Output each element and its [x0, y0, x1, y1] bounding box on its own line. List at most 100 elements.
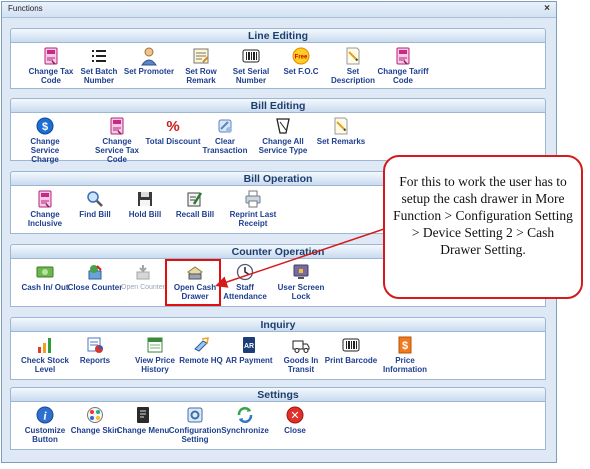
change-service-charge-button[interactable]: $ Change Service Charge — [17, 116, 73, 164]
reprint-last-receipt-label: Reprint Last Receipt — [229, 210, 277, 228]
price-tag-icon: $ — [377, 335, 433, 355]
customize-button-label: Customize Button — [24, 426, 66, 444]
menu-icon — [115, 405, 171, 425]
annotation-callout: For this to work the user has to setup t… — [383, 155, 583, 299]
pencil-note-icon — [313, 116, 369, 136]
check-stock-level-button[interactable]: Check Stock Level — [17, 335, 73, 374]
set-f-o-c-button[interactable]: Free Set F.O.C — [273, 46, 329, 76]
find-bill-button[interactable]: Find Bill — [67, 189, 123, 219]
clear-transaction-label: Clear Transaction — [202, 137, 248, 155]
user-screen-lock-label: User Screen Lock — [277, 283, 325, 301]
change-tariff-code-button[interactable]: Change Tariff Code — [375, 46, 431, 85]
goods-in-transit-label: Goods In Transit — [283, 356, 319, 374]
clear-transaction-button[interactable]: Clear Transaction — [197, 116, 253, 155]
svg-text:$: $ — [402, 340, 408, 352]
change-all-service-type-label: Change All Service Type — [258, 137, 308, 155]
recall-bill-label: Recall Bill — [175, 210, 215, 219]
synchronize-button[interactable]: Synchronize — [217, 405, 273, 435]
customize-button-button[interactable]: i Customize Button — [17, 405, 73, 444]
printer-icon — [225, 189, 281, 209]
total-discount-button[interactable]: % Total Discount — [145, 116, 201, 146]
open-counter-label: Open Counter — [121, 284, 165, 291]
svg-text:$: $ — [42, 121, 48, 133]
ar-book-icon: AR — [221, 335, 277, 355]
reports-label: Reports — [79, 356, 111, 365]
cash-in-out-label: Cash In/ Out — [21, 283, 69, 292]
section-settings: Settings i Customize Button Change Skin Chan… — [10, 387, 546, 450]
configuration-setting-button[interactable]: Configuration Setting — [167, 405, 223, 444]
tax-document-icon — [17, 189, 73, 209]
section-header-bill-editing: Bill Editing — [10, 98, 546, 113]
check-stock-level-label: Check Stock Level — [20, 356, 70, 374]
pencil-note-icon — [325, 46, 381, 66]
config-icon — [167, 405, 223, 425]
ar-payment-label: AR Payment — [225, 356, 273, 365]
person-icon — [121, 46, 177, 66]
magnifier-icon — [67, 189, 123, 209]
list-icon — [71, 46, 127, 66]
set-promoter-button[interactable]: Set Promoter — [121, 46, 177, 76]
hold-bill-label: Hold Bill — [128, 210, 162, 219]
set-row-remark-button[interactable]: Set Row Remark — [173, 46, 229, 85]
section-header-inquiry: Inquiry — [10, 317, 546, 332]
reprint-last-receipt-button[interactable]: Reprint Last Receipt — [225, 189, 281, 228]
close-icon: ✕ — [267, 405, 323, 425]
barcode-icon — [223, 46, 279, 66]
set-remarks-button[interactable]: Set Remarks — [313, 116, 369, 146]
set-remarks-label: Set Remarks — [316, 137, 366, 146]
print-barcode-button[interactable]: Print Barcode — [323, 335, 379, 365]
close-label: Close — [284, 426, 306, 435]
change-inclusive-button[interactable]: Change Inclusive — [17, 189, 73, 228]
recall-icon — [167, 189, 223, 209]
change-service-tax-code-button[interactable]: Change Service Tax Code — [89, 116, 145, 164]
eraser-icon — [197, 116, 253, 136]
total-discount-label: Total Discount — [145, 137, 201, 146]
set-description-label: Set Description — [330, 67, 375, 85]
tax-document-icon — [89, 116, 145, 136]
hold-bill-button[interactable]: Hold Bill — [117, 189, 173, 219]
dollar-icon: $ — [17, 116, 73, 136]
floppy-disk-icon — [117, 189, 173, 209]
set-promoter-label: Set Promoter — [123, 67, 175, 76]
section-header-line-editing: Line Editing — [10, 28, 546, 43]
set-row-remark-label: Set Row Remark — [185, 67, 217, 85]
set-serial-number-button[interactable]: Set Serial Number — [223, 46, 279, 85]
section-body-settings: i Customize Button Change Skin Change Menu C… — [10, 402, 546, 450]
section-body-line-editing: Change Tax Code Set Batch Number Set Promo… — [10, 43, 546, 89]
recall-bill-button[interactable]: Recall Bill — [167, 189, 223, 219]
change-service-charge-label: Change Service Charge — [30, 137, 60, 164]
change-inclusive-label: Change Inclusive — [27, 210, 63, 228]
svg-text:%: % — [166, 118, 179, 135]
window-close-button[interactable]: × — [544, 3, 550, 15]
change-tariff-code-label: Change Tariff Code — [377, 67, 429, 85]
staff-attendance-button[interactable]: Staff Attendance — [217, 262, 273, 301]
user-screen-lock-button[interactable]: User Screen Lock — [273, 262, 329, 301]
set-serial-number-label: Set Serial Number — [232, 67, 270, 85]
find-bill-label: Find Bill — [79, 210, 111, 219]
free-badge-icon: Free — [273, 46, 329, 66]
reports-icon — [67, 335, 123, 355]
change-all-service-type-button[interactable]: Change All Service Type — [255, 116, 311, 155]
section-inquiry: Inquiry Check Stock Level Reports View Pric… — [10, 317, 546, 380]
open-counter-button: Open Counter — [115, 262, 171, 292]
highlight-box — [165, 259, 221, 306]
change-menu-button[interactable]: Change Menu — [115, 405, 171, 435]
set-batch-number-label: Set Batch Number — [80, 67, 118, 85]
open-counter-icon — [115, 262, 171, 282]
set-description-button[interactable]: Set Description — [325, 46, 381, 85]
set-batch-number-button[interactable]: Set Batch Number — [71, 46, 127, 85]
lock-screen-icon — [273, 262, 329, 282]
staff-attendance-label: Staff Attendance — [223, 283, 267, 301]
price-information-button[interactable]: $ Price Information — [377, 335, 433, 374]
section-line-editing: Line Editing Change Tax Code Set Batch Num… — [10, 28, 546, 89]
configuration-setting-label: Configuration Setting — [168, 426, 222, 444]
cash-in-out-button[interactable]: Cash In/ Out — [17, 262, 73, 292]
title-bar: Functions × — [2, 2, 556, 18]
ar-payment-button[interactable]: AR AR Payment — [221, 335, 277, 365]
reports-button[interactable]: Reports — [67, 335, 123, 365]
section-header-settings: Settings — [10, 387, 546, 402]
close-button[interactable]: ✕ Close — [267, 405, 323, 435]
goods-in-transit-button[interactable]: Goods In Transit — [273, 335, 329, 374]
change-menu-label: Change Menu — [116, 426, 170, 435]
print-barcode-label: Print Barcode — [324, 356, 378, 365]
